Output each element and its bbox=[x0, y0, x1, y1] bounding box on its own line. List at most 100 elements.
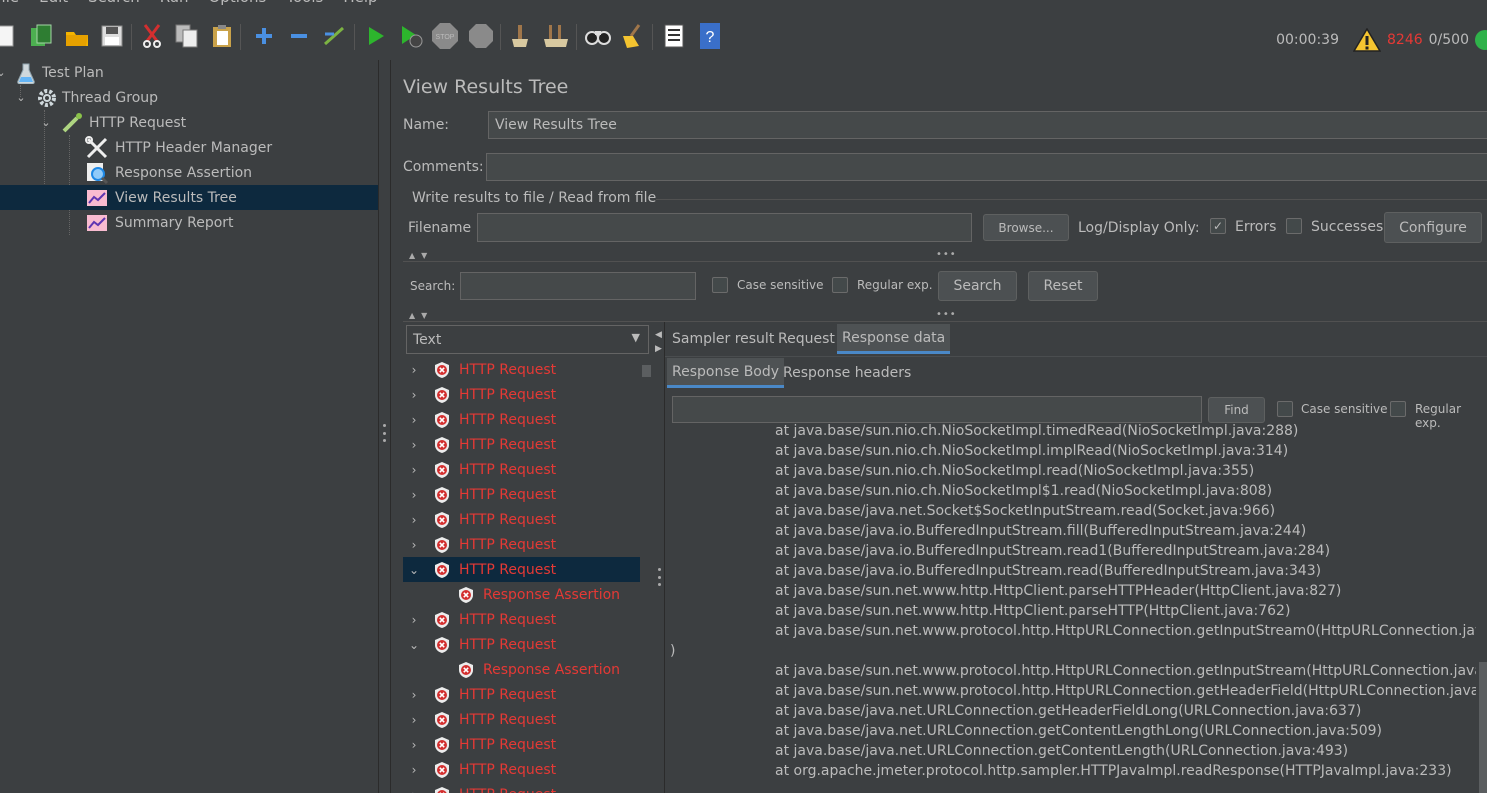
tree-node-header-manager[interactable]: HTTP Header Manager bbox=[85, 135, 272, 160]
response-body-text[interactable]: at java.base/sun.nio.ch.NioSocketImpl.ti… bbox=[666, 421, 1476, 782]
chevron-right-icon[interactable]: › bbox=[407, 438, 421, 452]
result-row[interactable]: › HTTP Request bbox=[403, 607, 640, 632]
collapse-icon[interactable] bbox=[285, 22, 313, 50]
result-row[interactable]: ⌄ HTTP Request bbox=[403, 632, 640, 657]
result-row[interactable]: › HTTP Request bbox=[403, 682, 640, 707]
menu-file[interactable]: File bbox=[0, 0, 29, 10]
find-button[interactable]: Find bbox=[1208, 397, 1265, 423]
expand-icon[interactable] bbox=[250, 22, 278, 50]
result-row[interactable]: › HTTP Request bbox=[403, 757, 640, 782]
tree-node-response-assertion[interactable]: Response Assertion bbox=[85, 160, 252, 185]
templates-icon[interactable] bbox=[27, 22, 55, 50]
function-helper-icon[interactable] bbox=[660, 22, 688, 50]
result-row[interactable]: › HTTP Request bbox=[403, 357, 640, 382]
chevron-right-icon[interactable]: › bbox=[407, 488, 421, 502]
chevron-right-icon[interactable]: › bbox=[407, 788, 421, 793]
splitter-handle-icon[interactable] bbox=[657, 568, 661, 586]
configure-button[interactable]: Configure bbox=[1384, 212, 1482, 243]
tab-request[interactable]: Request bbox=[773, 324, 840, 354]
search-icon[interactable] bbox=[584, 22, 612, 50]
collapse-arrow-left-icon[interactable]: ◀ ▶ bbox=[655, 328, 662, 356]
result-row[interactable]: Response Assertion bbox=[403, 582, 640, 607]
tree-node-http-request[interactable]: ⌄ HTTP Request bbox=[39, 110, 186, 135]
errors-checkbox[interactable]: ✓ bbox=[1210, 218, 1226, 234]
toggle-icon[interactable] bbox=[320, 22, 348, 50]
tree-node-view-results-tree[interactable]: View Results Tree bbox=[0, 185, 378, 210]
result-row[interactable]: › HTTP Request bbox=[403, 482, 640, 507]
result-row[interactable]: › HTTP Request bbox=[403, 382, 640, 407]
filename-field[interactable] bbox=[477, 213, 972, 242]
chevron-right-icon[interactable]: › bbox=[407, 413, 421, 427]
copy-icon[interactable] bbox=[173, 22, 201, 50]
warning-icon[interactable] bbox=[1353, 28, 1381, 52]
chevron-right-icon[interactable]: › bbox=[407, 513, 421, 527]
chevron-down-icon[interactable]: ⌄ bbox=[407, 563, 421, 577]
find-case-sensitive-checkbox[interactable] bbox=[1277, 401, 1293, 417]
chevron-right-icon[interactable]: › bbox=[407, 763, 421, 777]
chevron-right-icon[interactable]: › bbox=[407, 363, 421, 377]
result-row[interactable]: › HTTP Request bbox=[403, 707, 640, 732]
chevron-right-icon[interactable]: › bbox=[407, 713, 421, 727]
chevron-down-icon[interactable]: ⌄ bbox=[407, 638, 421, 652]
clear-all-icon[interactable] bbox=[542, 22, 570, 50]
name-field[interactable]: View Results Tree bbox=[488, 111, 1487, 139]
result-row[interactable]: Response Assertion bbox=[403, 657, 640, 682]
shutdown-icon[interactable] bbox=[467, 22, 495, 50]
result-row[interactable]: ⌄ HTTP Request bbox=[403, 557, 640, 582]
find-regular-exp-checkbox[interactable] bbox=[1390, 401, 1406, 417]
regular-exp-checkbox[interactable] bbox=[832, 277, 848, 293]
response-scrollbar[interactable] bbox=[1479, 662, 1487, 793]
result-row[interactable]: › HTTP Request bbox=[403, 507, 640, 532]
paste-icon[interactable] bbox=[208, 22, 236, 50]
tab-response-headers[interactable]: Response headers bbox=[778, 358, 916, 388]
menu-search[interactable]: Search bbox=[78, 0, 150, 10]
reset-search-icon[interactable] bbox=[619, 22, 647, 50]
stop-icon[interactable]: STOP bbox=[431, 22, 459, 50]
result-row[interactable]: › HTTP Request bbox=[403, 782, 640, 793]
start-icon[interactable] bbox=[362, 22, 390, 50]
browse-button[interactable]: Browse... bbox=[983, 214, 1069, 241]
menu-edit[interactable]: Edit bbox=[29, 0, 78, 10]
result-row[interactable]: › HTTP Request bbox=[403, 407, 640, 432]
chevron-right-icon[interactable]: › bbox=[407, 738, 421, 752]
case-sensitive-checkbox[interactable] bbox=[712, 277, 728, 293]
chevron-right-icon[interactable]: › bbox=[407, 613, 421, 627]
reset-button[interactable]: Reset bbox=[1028, 271, 1098, 301]
tab-response-data[interactable]: Response data bbox=[837, 324, 951, 354]
renderer-select[interactable]: Text ▼ bbox=[406, 325, 649, 354]
start-no-pauses-icon[interactable] bbox=[397, 22, 425, 50]
chevron-down-icon[interactable]: ⌄ bbox=[39, 116, 53, 130]
search-button[interactable]: Search bbox=[938, 271, 1017, 301]
cut-icon[interactable] bbox=[138, 22, 166, 50]
menu-tools[interactable]: Tools bbox=[276, 0, 333, 10]
splitter-handle-icon[interactable] bbox=[382, 424, 386, 442]
result-row[interactable]: › HTTP Request bbox=[403, 457, 640, 482]
chevron-down-icon[interactable]: ⌄ bbox=[0, 66, 8, 80]
tab-response-body[interactable]: Response Body bbox=[667, 358, 785, 388]
collapse-arrows-icon[interactable]: ▲▼ bbox=[409, 251, 433, 260]
menu-options[interactable]: Options bbox=[198, 0, 276, 10]
successes-checkbox[interactable] bbox=[1286, 218, 1302, 234]
chevron-right-icon[interactable]: › bbox=[407, 538, 421, 552]
clear-icon[interactable] bbox=[507, 22, 535, 50]
search-input[interactable] bbox=[460, 272, 696, 300]
tree-node-test-plan[interactable]: ⌄ Test Plan bbox=[0, 60, 104, 85]
divider-handle-icon[interactable]: ••• bbox=[936, 249, 957, 260]
result-row[interactable]: › HTTP Request bbox=[403, 532, 640, 557]
save-icon[interactable] bbox=[98, 22, 126, 50]
tree-node-summary-report[interactable]: Summary Report bbox=[85, 210, 234, 235]
collapse-arrows-icon[interactable]: ▲▼ bbox=[409, 311, 433, 320]
chevron-right-icon[interactable]: › bbox=[407, 388, 421, 402]
list-scrollbar[interactable] bbox=[642, 365, 651, 377]
tree-node-thread-group[interactable]: ⌄ Thread Group bbox=[14, 85, 158, 110]
find-input[interactable] bbox=[672, 396, 1202, 423]
divider-handle-icon[interactable]: ••• bbox=[936, 309, 957, 320]
chevron-right-icon[interactable]: › bbox=[407, 463, 421, 477]
menu-run[interactable]: Run bbox=[150, 0, 199, 10]
result-row[interactable]: › HTTP Request bbox=[403, 732, 640, 757]
open-icon[interactable] bbox=[63, 22, 91, 50]
menu-help[interactable]: Help bbox=[333, 0, 387, 10]
comments-field[interactable] bbox=[486, 153, 1487, 181]
chevron-down-icon[interactable]: ⌄ bbox=[14, 91, 28, 105]
result-row[interactable]: › HTTP Request bbox=[403, 432, 640, 457]
